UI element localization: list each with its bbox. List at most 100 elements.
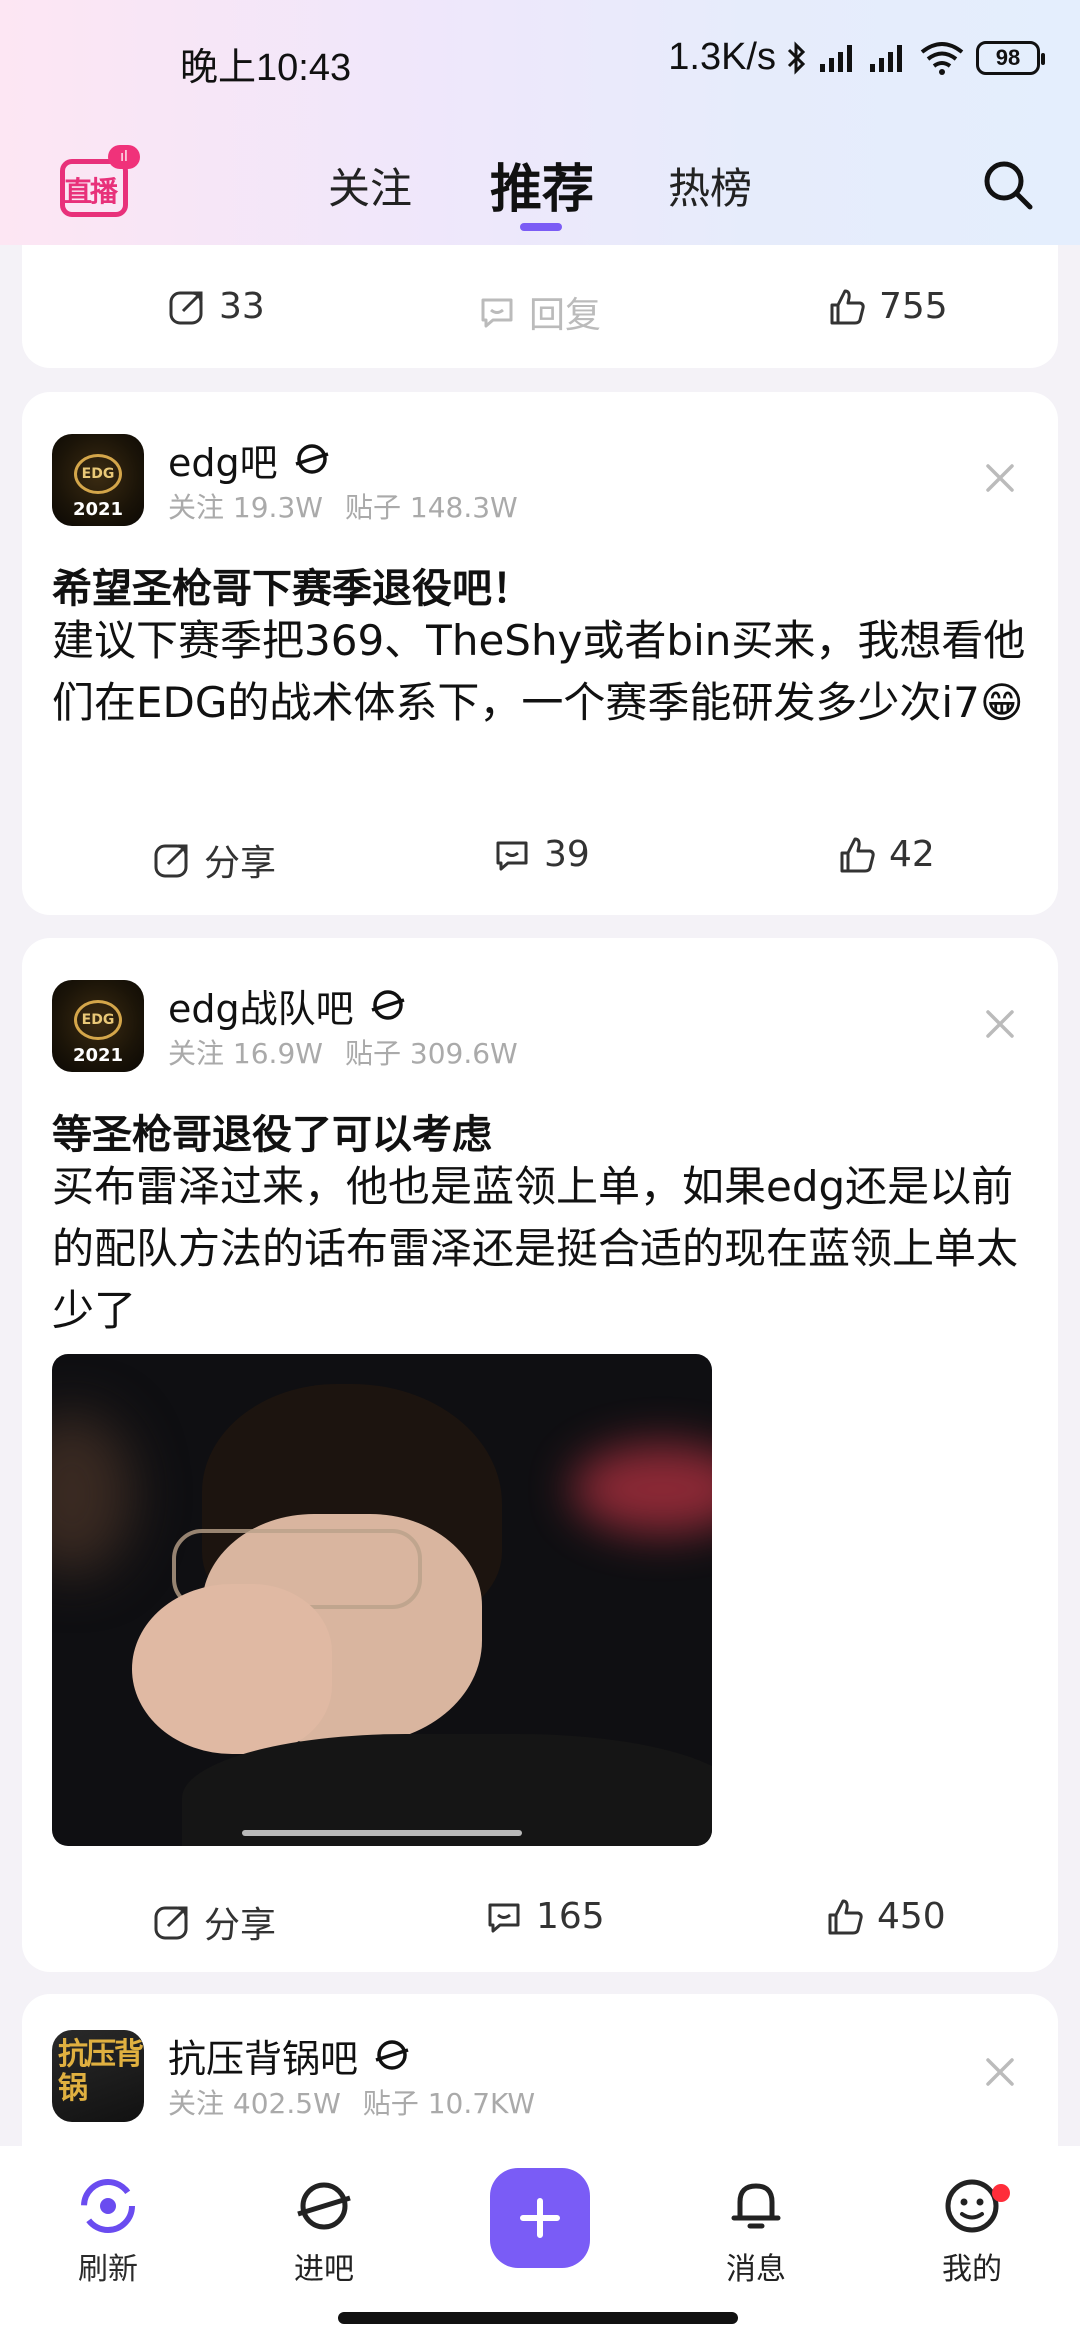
reply-button[interactable]: 回复	[477, 286, 601, 338]
image-hand	[132, 1584, 332, 1754]
live-badge-icon: ıl	[108, 145, 140, 169]
like-button[interactable]: 755	[827, 286, 948, 327]
post-video-thumbnail[interactable]	[52, 1354, 712, 1846]
post-card[interactable]: EDG 2021 edg战队吧 关注 16.9W 贴子 309.6W 等圣枪哥退…	[22, 938, 1058, 1972]
close-icon[interactable]	[978, 1002, 1022, 1046]
close-icon[interactable]	[978, 2050, 1022, 2094]
share-button[interactable]: 33	[167, 286, 265, 327]
post-title[interactable]: 等圣枪哥退役了可以考虑	[52, 1102, 492, 1160]
comment-button[interactable]: 165	[484, 1896, 605, 1937]
comment-icon	[481, 298, 513, 328]
thumbs-up-icon	[828, 1899, 863, 1934]
avatar-year: 2021	[72, 1045, 124, 1066]
nav-messages[interactable]: 消息	[696, 2174, 816, 2288]
posts-label: 贴子	[344, 1037, 401, 1070]
tab-follow[interactable]: 关注	[328, 155, 412, 216]
forum-header[interactable]: 抗压背锅 抗压背锅吧 关注 402.5W 贴子 10.7KW	[52, 2030, 535, 2122]
post-card[interactable]: EDG 2021 edg吧 关注 19.3W 贴子 148.3W 希望圣枪哥下赛…	[22, 392, 1058, 915]
signal-icon-2	[870, 44, 902, 72]
forum-stats: 关注 16.9W 贴子 309.6W	[168, 1032, 518, 1072]
follow-count: 16.9W	[232, 1037, 323, 1070]
post-body[interactable]: 买布雷泽过来，他也是蓝领上单，如果edg还是以前的配队方法的话布雷泽还是挺合适的…	[52, 1156, 1032, 1342]
refresh-icon	[81, 2179, 135, 2233]
comment-count: 165	[536, 1896, 605, 1937]
bottom-nav: 刷新 进吧 消息 我的	[0, 2146, 1080, 2340]
posts-label: 贴子	[344, 491, 401, 524]
status-time: 晚上10:43	[180, 47, 352, 89]
post-body[interactable]: 建议下赛季把369、TheShy或者bin买来，我想看他们在EDG的战术体系下，…	[52, 610, 1032, 734]
follow-label: 关注	[168, 1037, 225, 1070]
network-speed: 1.3K/s	[668, 36, 776, 78]
comment-button[interactable]: 39	[492, 834, 590, 875]
follow-label: 关注	[168, 491, 225, 524]
tab-recommend[interactable]: 推荐	[490, 147, 594, 222]
tab-hot-list[interactable]: 热榜	[668, 155, 752, 216]
live-label: 直播	[64, 175, 118, 208]
signal-icon	[820, 44, 852, 72]
nav-refresh-label: 刷新	[78, 2252, 138, 2287]
share-label: 分享	[204, 843, 277, 884]
posts-count: 309.6W	[409, 1037, 518, 1070]
nav-profile[interactable]: 我的	[912, 2174, 1032, 2288]
edg-logo-icon: EDG	[74, 454, 122, 494]
share-icon	[154, 1906, 188, 1940]
reply-label: 回复	[529, 295, 602, 336]
planet-icon	[295, 444, 329, 474]
nav-profile-label: 我的	[942, 2252, 1002, 2287]
home-indicator[interactable]	[338, 2312, 738, 2324]
thumbs-up-icon	[830, 289, 865, 324]
like-count: 42	[889, 834, 935, 875]
like-button[interactable]: 450	[825, 1896, 946, 1937]
posts-count: 10.7KW	[427, 2087, 536, 2120]
top-nav: 直播 ıl 关注 推荐 热榜	[0, 135, 1080, 235]
forum-name-text: edg战队吧	[168, 986, 354, 1031]
forum-avatar[interactable]: 抗压背锅	[52, 2030, 144, 2122]
video-progress-bar[interactable]	[242, 1830, 522, 1836]
live-button[interactable]: 直播 ıl	[58, 145, 140, 221]
battery-level: 98	[995, 44, 1021, 70]
create-post-button[interactable]	[490, 2168, 590, 2268]
comment-count: 39	[544, 834, 590, 875]
forum-stats: 关注 402.5W 贴子 10.7KW	[168, 2082, 535, 2122]
nav-messages-label: 消息	[726, 2252, 786, 2287]
forum-name[interactable]: edg吧	[168, 434, 518, 485]
share-count: 33	[219, 286, 265, 327]
comment-icon	[488, 1903, 520, 1932]
follow-count: 19.3W	[232, 491, 323, 524]
like-button[interactable]: 42	[837, 834, 935, 875]
forum-name[interactable]: 抗压背锅吧	[168, 2030, 535, 2081]
share-button[interactable]: 分享	[152, 1896, 276, 1948]
forum-name-text: 抗压背锅吧	[168, 2036, 359, 2081]
top-header: 晚上10:43 1.3K/s 98 直播 ıl 关注 推荐 热榜	[0, 0, 1080, 245]
forum-avatar-text: 抗压背锅	[58, 2037, 144, 2106]
share-button[interactable]: 分享	[152, 834, 276, 886]
image-bg-light	[572, 1444, 712, 1534]
nav-forums-label: 进吧	[294, 2252, 354, 2287]
forum-header[interactable]: EDG 2021 edg吧 关注 19.3W 贴子 148.3W	[52, 434, 518, 526]
forum-meta: edg吧 关注 19.3W 贴子 148.3W	[168, 434, 518, 526]
share-icon	[154, 844, 188, 878]
wifi-icon	[920, 41, 964, 75]
planet-icon	[371, 990, 405, 1020]
image-bg-shadow	[52, 1414, 132, 1574]
bluetooth-icon	[787, 40, 806, 75]
status-bar: 晚上10:43 1.3K/s 98	[0, 0, 1080, 120]
follow-label: 关注	[168, 2087, 225, 2120]
smiley-icon	[945, 2179, 999, 2233]
search-icon[interactable]	[980, 157, 1036, 213]
nav-refresh[interactable]: 刷新	[48, 2174, 168, 2288]
post-title[interactable]: 希望圣枪哥下赛季退役吧！	[52, 556, 532, 614]
status-indicators: 1.3K/s 98	[668, 36, 1045, 79]
forum-name[interactable]: edg战队吧	[168, 980, 518, 1031]
forum-avatar[interactable]: EDG 2021	[52, 980, 144, 1072]
forum-avatar[interactable]: EDG 2021	[52, 434, 144, 526]
like-count: 755	[879, 286, 948, 327]
close-icon[interactable]	[978, 456, 1022, 500]
forum-meta: edg战队吧 关注 16.9W 贴子 309.6W	[168, 980, 518, 1072]
planet-icon	[297, 2182, 351, 2230]
bell-icon	[731, 2183, 781, 2229]
forum-header[interactable]: EDG 2021 edg战队吧 关注 16.9W 贴子 309.6W	[52, 980, 518, 1072]
like-count: 450	[877, 1896, 946, 1937]
plus-icon	[520, 2198, 560, 2238]
nav-forums[interactable]: 进吧	[264, 2174, 384, 2288]
